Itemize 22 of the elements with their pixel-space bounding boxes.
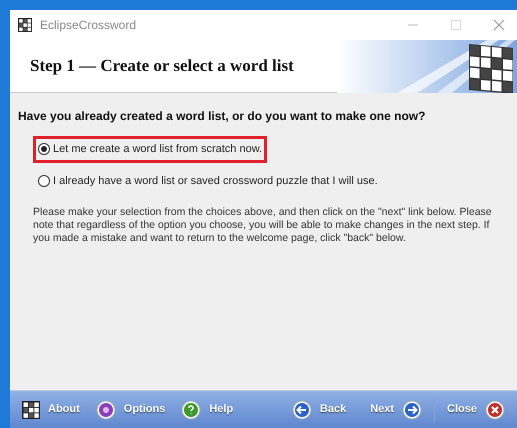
- radio-button[interactable]: [38, 143, 50, 156]
- right-arrow-icon: [402, 400, 422, 420]
- next-button[interactable]: Next: [370, 400, 422, 420]
- radio-option[interactable]: Let me create a word list from scratch now.: [33, 136, 268, 162]
- help-icon: [181, 400, 202, 420]
- radio-button[interactable]: [38, 174, 50, 187]
- close-icon: [485, 400, 505, 420]
- radio-option[interactable]: I already have a word list or saved crossword puzzle that I will use.: [33, 168, 383, 194]
- grid-icon: [22, 400, 40, 418]
- window-title: EclipseCrossword: [40, 17, 136, 34]
- options-button[interactable]: Options: [96, 400, 166, 420]
- close-button[interactable]: Close: [447, 400, 505, 420]
- options-icon: [96, 400, 116, 420]
- app-icon: [18, 18, 32, 32]
- instructions-text: Please make your selection from the choices above, and then click on the "next" link below. Please note that regardless of the option you choose, you will be able to make changes in the next step. If you made a mistake and want to return to the welcome page, click "back" below.: [33, 206, 493, 245]
- left-arrow-icon: [292, 400, 312, 420]
- about-button[interactable]: About: [22, 400, 80, 418]
- question-text: Have you already created a word list, or do you want to make one now?: [18, 108, 426, 125]
- step-title: Step 1 — Create or select a word list: [30, 55, 294, 78]
- close-icon[interactable]: [493, 19, 505, 31]
- back-button[interactable]: Back: [292, 400, 346, 420]
- help-button[interactable]: Help: [181, 400, 234, 420]
